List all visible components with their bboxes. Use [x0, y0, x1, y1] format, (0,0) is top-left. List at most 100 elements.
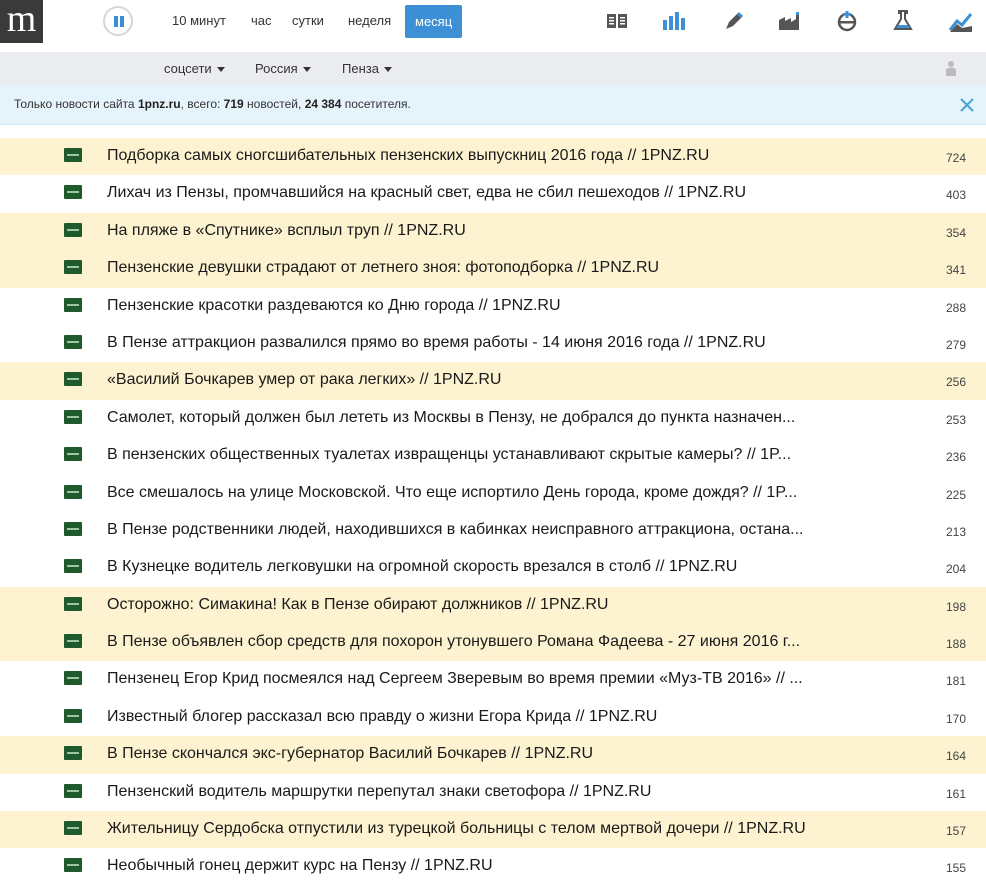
filter-bar: соцсети Россия Пенза [0, 52, 986, 85]
site-favicon-icon [64, 521, 82, 536]
chevron-down-icon [216, 67, 225, 73]
period-hour[interactable]: час [251, 13, 272, 28]
site-favicon-icon [64, 334, 82, 349]
close-icon[interactable] [958, 96, 976, 114]
news-row[interactable]: Известный блогер рассказал всю правду о … [0, 699, 986, 736]
news-title-link[interactable]: «Василий Бочкарев умер от рака легких» /… [107, 371, 869, 389]
news-row[interactable]: В Кузнецке водитель легковушки на огромн… [0, 549, 986, 586]
news-row[interactable]: Жительницу Сердобска отпустили из турецк… [0, 811, 986, 849]
view-count: 213 [945, 524, 966, 539]
news-title-link[interactable]: Пензенец Егор Крид посмеялся над Сергеем… [107, 670, 869, 688]
news-row[interactable]: «Василий Бочкарев умер от рака легких» /… [0, 362, 986, 400]
view-count: 253 [945, 412, 966, 427]
news-title-link[interactable]: В Пензе скончался экс-губернатор Василий… [107, 745, 869, 763]
news-title-link[interactable]: В Пензе аттракцион развалился прямо во в… [107, 334, 869, 352]
view-count: 279 [945, 337, 966, 352]
site-favicon-icon [64, 260, 82, 275]
news-row[interactable]: В Пензе аттракцион развалился прямо во в… [0, 325, 986, 362]
news-title-link[interactable]: Лихач из Пензы, промчавшийся на красный … [107, 184, 869, 202]
news-row[interactable]: В Пензе скончался экс-губернатор Василий… [0, 736, 986, 774]
news-row[interactable]: В Пензе родственники людей, находившихся… [0, 512, 986, 549]
info-prefix: Только новости сайта [14, 97, 135, 111]
pause-button[interactable] [103, 6, 133, 36]
news-row[interactable]: Подборка самых сногсшибательных пензенск… [0, 138, 986, 176]
site-favicon-icon [64, 222, 82, 237]
site-favicon-icon [64, 708, 82, 723]
news-title-link[interactable]: Все смешалось на улице Московской. Что е… [107, 484, 869, 502]
view-count: 204 [945, 562, 966, 577]
info-visitors: 24 384 [304, 97, 342, 111]
news-row[interactable]: На пляже в «Спутнике» всплыл труп // 1PN… [0, 212, 986, 251]
info-banner: Только новости сайта 1pnz.ru, всего: 719… [0, 85, 986, 125]
view-count: 198 [945, 599, 966, 614]
bar-chart-icon[interactable] [661, 8, 687, 34]
news-row[interactable]: Все смешалось на улице Московской. Что е… [0, 475, 986, 512]
info-news-word: новостей, [247, 97, 302, 111]
news-title-link[interactable]: Известный блогер рассказал всю правду о … [107, 708, 869, 726]
filter-city-dropdown[interactable]: Пенза [342, 61, 392, 76]
crown-icon[interactable] [834, 8, 860, 34]
news-title-link[interactable]: Пензенские красотки раздеваются ко Дню г… [107, 297, 869, 315]
view-count: 157 [945, 824, 966, 839]
site-favicon-icon [64, 185, 82, 200]
filter-category-dropdown[interactable]: соцсети [164, 61, 225, 76]
site-favicon-icon [64, 148, 82, 162]
site-favicon-icon [64, 559, 82, 574]
flask-icon[interactable] [890, 8, 916, 34]
news-row[interactable]: Самолет, который должен был лететь из Мо… [0, 400, 986, 437]
news-row[interactable]: Пензенский водитель маршрутки перепутал … [0, 774, 986, 811]
pen-icon[interactable] [721, 8, 747, 34]
view-count: 341 [945, 263, 966, 278]
news-title-link[interactable]: Пензенские девушки страдают от летнего з… [107, 259, 869, 277]
filter-country-dropdown[interactable]: Россия [255, 61, 311, 76]
site-favicon-icon [64, 596, 82, 611]
period-10-minutes[interactable]: 10 минут [172, 13, 226, 28]
site-favicon-icon [64, 821, 82, 836]
person-icon[interactable] [942, 59, 960, 77]
top-bar: m 10 минут час сутки неделя месяц [0, 0, 986, 52]
news-title-link[interactable]: В Кузнецке водитель легковушки на огромн… [107, 558, 869, 576]
period-month[interactable]: месяц [405, 5, 463, 38]
site-favicon-icon [64, 858, 82, 873]
site-logo[interactable]: m [0, 0, 43, 43]
news-title-link[interactable]: Жительницу Сердобска отпустили из турецк… [107, 820, 869, 838]
filter-city-label: Пенза [342, 61, 379, 76]
filter-category-label: соцсети [164, 61, 212, 76]
news-title-link[interactable]: Пензенский водитель маршрутки перепутал … [107, 783, 869, 801]
news-title-link[interactable]: Необычный гонец держит курс на Пензу // … [107, 857, 869, 875]
trend-line-icon[interactable] [948, 8, 974, 34]
view-count: 181 [945, 674, 966, 689]
news-row[interactable]: Лихач из Пензы, промчавшийся на красный … [0, 175, 986, 212]
news-row[interactable]: В пензенских общественных туалетах извра… [0, 437, 986, 474]
site-favicon-icon [64, 447, 82, 462]
news-title-link[interactable]: На пляже в «Спутнике» всплыл труп // 1PN… [107, 222, 869, 240]
view-count: 256 [945, 375, 966, 390]
news-title-link[interactable]: В пензенских общественных туалетах извра… [107, 446, 869, 464]
news-title-link[interactable]: В Пензе родственники людей, находившихся… [107, 521, 869, 539]
period-day[interactable]: сутки [292, 13, 324, 28]
site-favicon-icon [64, 484, 82, 499]
info-news-count: 719 [223, 97, 244, 111]
period-week[interactable]: неделя [348, 13, 391, 28]
news-title-link[interactable]: Самолет, который должен был лететь из Мо… [107, 409, 869, 427]
chevron-down-icon [383, 67, 392, 73]
news-row[interactable]: Осторожно: Симакина! Как в Пензе обирают… [0, 586, 986, 625]
news-row[interactable]: В Пензе объявлен сбор средств для похоро… [0, 624, 986, 662]
view-count: 188 [945, 637, 966, 652]
newspaper-icon[interactable] [604, 8, 630, 34]
news-row[interactable]: Пензенские красотки раздеваются ко Дню г… [0, 288, 986, 325]
factory-icon[interactable] [776, 8, 802, 34]
news-row[interactable]: Пензенские девушки страдают от летнего з… [0, 250, 986, 288]
site-favicon-icon [64, 634, 82, 649]
site-favicon-icon [64, 409, 82, 424]
filter-country-label: Россия [255, 61, 298, 76]
view-count: 403 [945, 188, 966, 203]
news-row[interactable]: Необычный гонец держит курс на Пензу // … [0, 848, 986, 885]
news-title-link[interactable]: В Пензе объявлен сбор средств для похоро… [107, 633, 869, 651]
view-count: 155 [945, 861, 966, 876]
news-title-link[interactable]: Подборка самых сногсшибательных пензенск… [107, 147, 869, 165]
news-row[interactable]: Пензенец Егор Крид посмеялся над Сергеем… [0, 661, 986, 698]
view-count: 236 [945, 450, 966, 465]
news-list: Подборка самых сногсшибательных пензенск… [0, 138, 986, 886]
news-title-link[interactable]: Осторожно: Симакина! Как в Пензе обирают… [107, 596, 869, 614]
